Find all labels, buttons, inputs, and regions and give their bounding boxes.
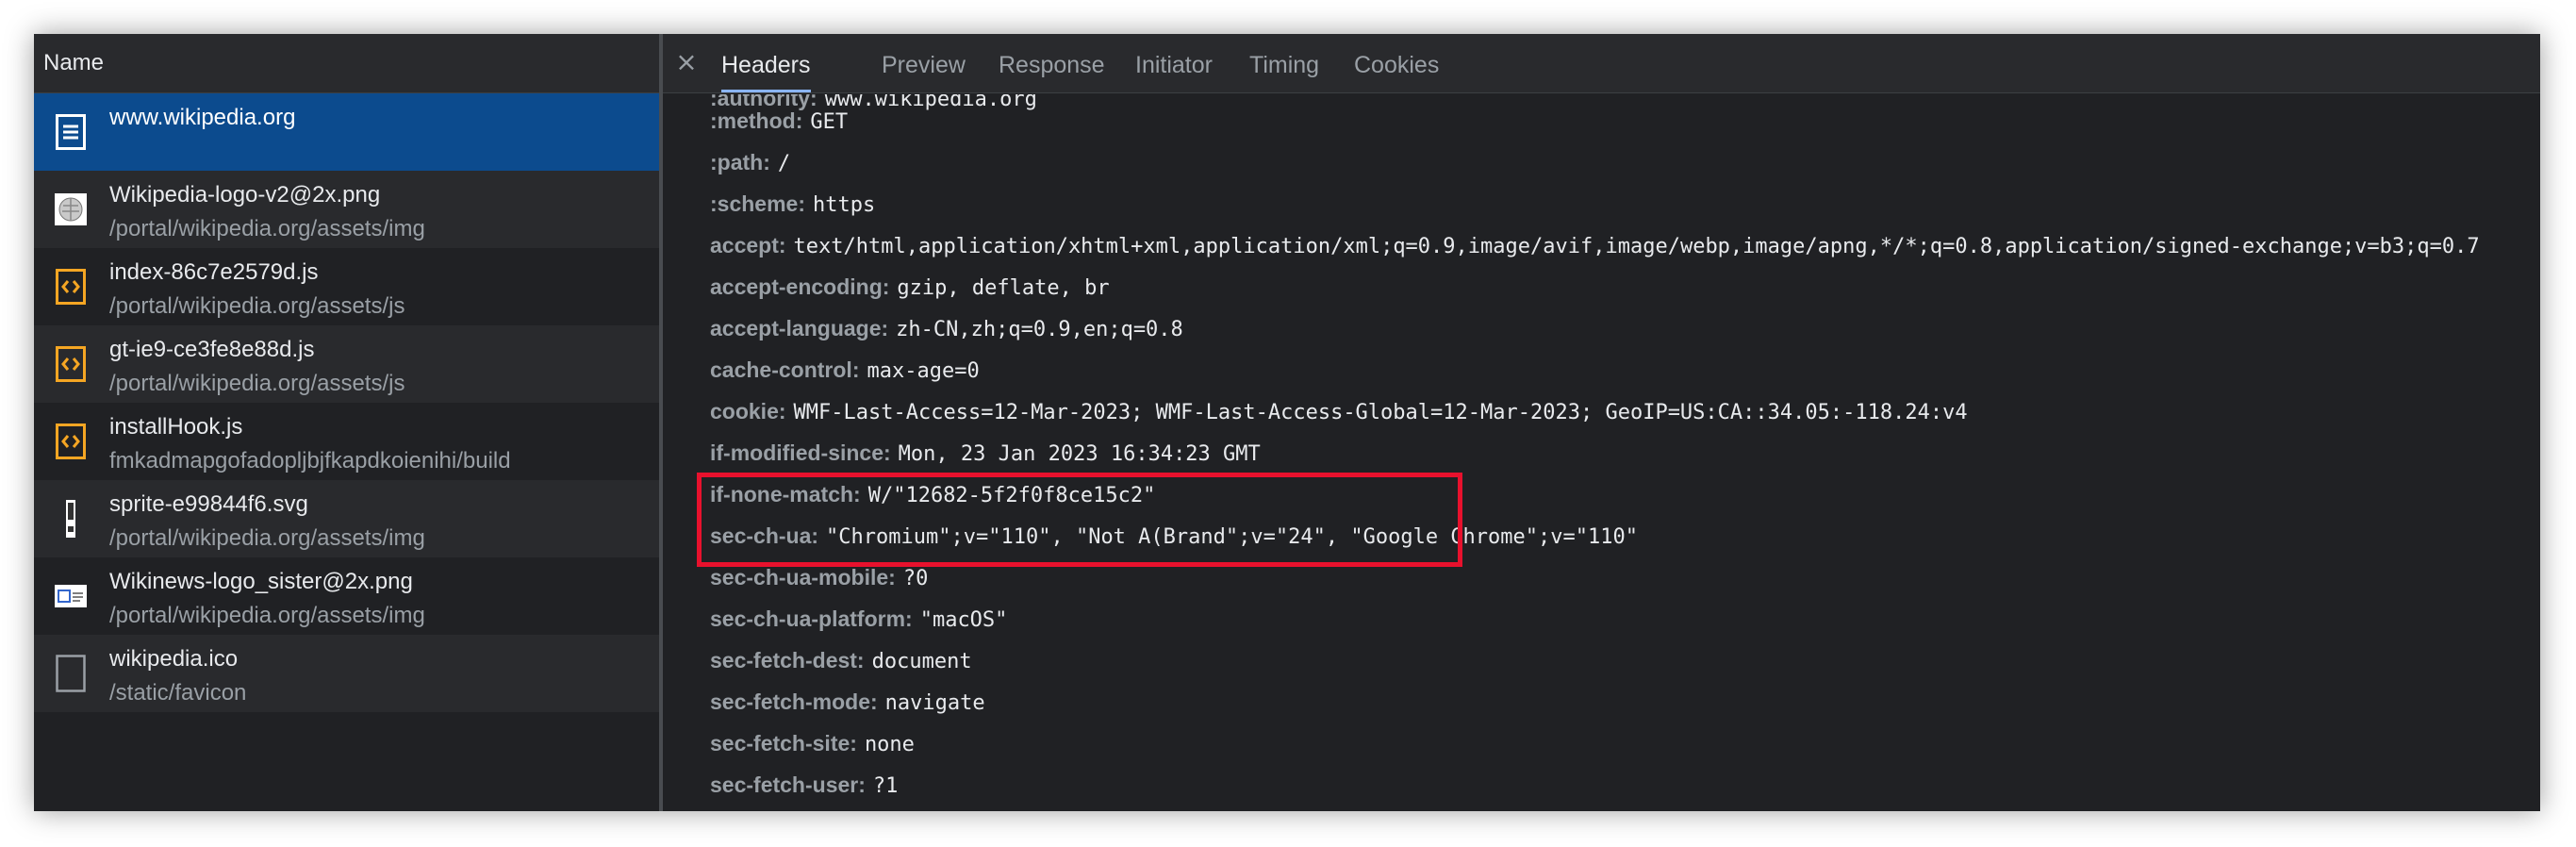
header-key: sec-fetch-user: <box>710 772 866 797</box>
request-row-wikinews-logo[interactable]: Wikinews-logo_sister@2x.png /portal/wiki… <box>34 557 659 635</box>
header-value: text/html,application/xhtml+xml,applicat… <box>793 235 2480 258</box>
close-details-button[interactable]: × <box>672 47 701 77</box>
header-row: :scheme: https <box>710 185 875 223</box>
request-name: wikipedia.ico <box>109 646 239 672</box>
header-row: sec-fetch-site: none <box>710 724 915 762</box>
header-key: accept-language: <box>710 316 889 340</box>
header-value: www.wikipedia.org <box>824 94 1037 111</box>
tab-response[interactable]: Response <box>999 34 1105 92</box>
header-value: navigate <box>884 691 985 715</box>
svg-thumbnail-icon <box>55 500 87 538</box>
request-row-wikipedia-ico[interactable]: wikipedia.ico /static/favicon <box>34 635 659 712</box>
blank-file-icon <box>55 655 87 692</box>
header-row: cookie: WMF-Last-Access=12-Mar-2023; WMF-… <box>710 392 1968 430</box>
header-value: ?1 <box>872 774 899 798</box>
request-row-www-wikipedia-org[interactable]: www.wikipedia.org <box>34 93 659 171</box>
request-name: index-86c7e2579d.js <box>109 259 319 285</box>
header-key: :method: <box>710 108 803 133</box>
header-key: sec-ch-ua-mobile: <box>710 565 896 590</box>
header-row: sec-fetch-mode: navigate <box>710 683 985 721</box>
script-icon <box>55 269 87 305</box>
request-path: /static/favicon <box>109 680 247 706</box>
header-key: cache-control: <box>710 357 860 382</box>
header-row: :path: / <box>710 143 790 181</box>
document-icon <box>55 114 87 150</box>
header-key: accept-encoding: <box>710 274 890 299</box>
request-path: /portal/wikipedia.org/assets/img <box>109 216 425 241</box>
request-name: www.wikipedia.org <box>109 105 296 130</box>
header-key: :path: <box>710 150 770 174</box>
tab-preview[interactable]: Preview <box>882 34 966 92</box>
header-row: sec-ch-ua-platform: "macOS" <box>710 600 1007 638</box>
request-list-pane: Name www.wikipedia.org Wikipedia-logo-v2… <box>34 34 659 811</box>
tab-timing[interactable]: Timing <box>1249 34 1319 92</box>
request-name: sprite-e99844f6.svg <box>109 491 308 517</box>
details-tabbar: × Headers Preview Response Initiator Tim… <box>663 34 2540 93</box>
script-icon <box>55 424 87 459</box>
tab-cookies[interactable]: Cookies <box>1354 34 1439 92</box>
header-row: accept-encoding: gzip, deflate, br <box>710 268 1110 306</box>
header-row: cache-control: max-age=0 <box>710 351 980 389</box>
devtools-network-window: Name www.wikipedia.org Wikipedia-logo-v2… <box>34 34 2540 811</box>
header-key: sec-fetch-dest: <box>710 648 865 673</box>
header-value: GET <box>810 110 849 134</box>
request-row-sprite-svg[interactable]: sprite-e99844f6.svg /portal/wikipedia.or… <box>34 480 659 557</box>
request-path: /portal/wikipedia.org/assets/img <box>109 525 425 551</box>
header-key: if-modified-since: <box>710 440 891 465</box>
header-value: max-age=0 <box>867 359 980 383</box>
image-thumbnail-icon <box>55 191 87 227</box>
request-details-pane: × Headers Preview Response Initiator Tim… <box>663 34 2540 811</box>
header-row: accept: text/html,application/xhtml+xml,a… <box>710 226 2480 264</box>
request-headers-list: :authority: www.wikipedia.org :method: GET… <box>663 94 2540 811</box>
header-row: accept-language: zh-CN,zh;q=0.9,en;q=0.8 <box>710 309 1183 347</box>
request-row-gt-ie9-js[interactable]: gt-ie9-ce3fe8e88d.js /portal/wikipedia.o… <box>34 325 659 403</box>
request-row-index-js[interactable]: index-86c7e2579d.js /portal/wikipedia.or… <box>34 248 659 325</box>
request-path: /portal/wikipedia.org/assets/js <box>109 371 405 396</box>
request-path: fmkadmapgofadopljbjfkapdkoienihi/build <box>109 448 511 473</box>
tab-initiator[interactable]: Initiator <box>1135 34 1213 92</box>
name-column-header[interactable]: Name <box>34 34 659 93</box>
header-row: sec-fetch-dest: document <box>710 641 972 679</box>
header-value: ?0 <box>902 567 929 590</box>
request-name: Wikinews-logo_sister@2x.png <box>109 569 413 594</box>
request-name: gt-ie9-ce3fe8e88d.js <box>109 337 315 362</box>
header-value: none <box>864 733 915 756</box>
header-key: accept: <box>710 233 786 257</box>
request-name: installHook.js <box>109 414 243 440</box>
header-key: cookie: <box>710 399 786 424</box>
header-value: / <box>777 152 791 175</box>
highlight-annotation-box <box>697 473 1462 567</box>
header-row: if-modified-since: Mon, 23 Jan 2023 16:34… <box>710 434 1261 472</box>
header-key: :scheme: <box>710 191 805 216</box>
header-value: WMF-Last-Access=12-Mar-2023; WMF-Last-Ac… <box>793 401 1968 424</box>
header-row: :method: GET <box>710 102 848 140</box>
header-value: Mon, 23 Jan 2023 16:34:23 GMT <box>898 442 1261 466</box>
request-row-installhook-js[interactable]: installHook.js fmkadmapgofadopljbjfkapdk… <box>34 403 659 480</box>
header-value: "macOS" <box>919 608 1008 632</box>
header-key: sec-fetch-site: <box>710 731 857 756</box>
request-row-wikipedia-logo[interactable]: Wikipedia-logo-v2@2x.png /portal/wikiped… <box>34 171 659 248</box>
tab-headers[interactable]: Headers <box>721 34 811 92</box>
header-value: document <box>871 650 972 673</box>
header-value: gzip, deflate, br <box>897 276 1110 300</box>
header-value: zh-CN,zh;q=0.9,en;q=0.8 <box>896 318 1183 341</box>
header-row: sec-fetch-user: ?1 <box>710 766 898 804</box>
header-key: sec-fetch-mode: <box>710 689 878 714</box>
request-name: Wikipedia-logo-v2@2x.png <box>109 182 381 208</box>
image-thumbnail-icon <box>55 578 87 614</box>
request-list: www.wikipedia.org Wikipedia-logo-v2@2x.p… <box>34 93 659 712</box>
request-path: /portal/wikipedia.org/assets/img <box>109 603 425 628</box>
script-icon <box>55 346 87 382</box>
request-path: /portal/wikipedia.org/assets/js <box>109 293 405 319</box>
header-key: sec-ch-ua-platform: <box>710 606 913 631</box>
header-value: https <box>812 193 876 217</box>
